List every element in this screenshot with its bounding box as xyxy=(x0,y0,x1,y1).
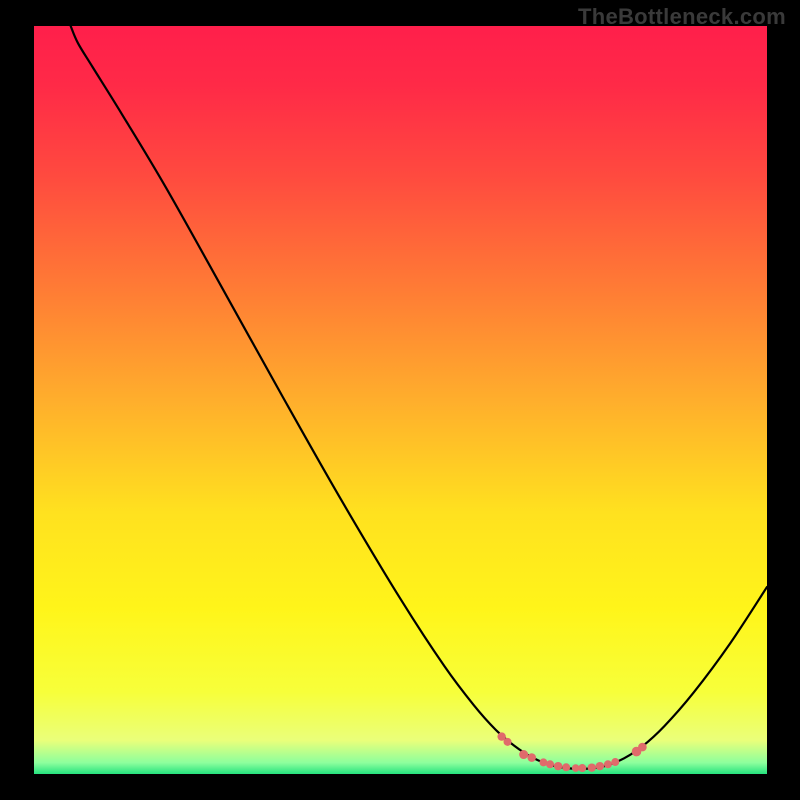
curve-marker xyxy=(611,758,619,766)
curve-marker xyxy=(604,760,612,768)
curve-marker xyxy=(588,763,596,771)
chart-frame: TheBottleneck.com xyxy=(0,0,800,800)
curve-marker xyxy=(596,762,604,770)
curve-marker xyxy=(638,743,647,752)
curve-marker xyxy=(519,750,528,759)
curve-marker xyxy=(554,762,562,770)
curve-marker xyxy=(504,738,512,746)
curve-marker xyxy=(546,760,554,768)
watermark-text: TheBottleneck.com xyxy=(578,4,786,30)
curve-marker xyxy=(527,753,536,762)
plot-background xyxy=(34,26,767,774)
chart-plot xyxy=(34,26,767,774)
curve-marker xyxy=(562,763,570,771)
curve-marker xyxy=(578,764,586,772)
